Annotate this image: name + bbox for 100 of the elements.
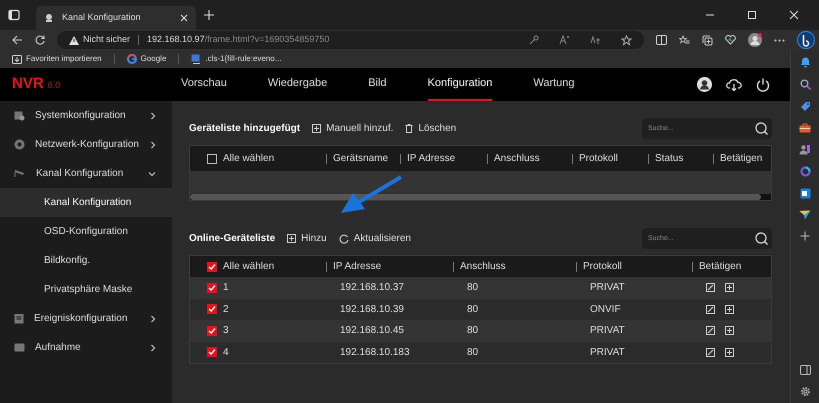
column-header: Anschluss xyxy=(494,152,540,166)
plus-box-icon[interactable] xyxy=(725,348,734,357)
table-cell-text: PRIVAT xyxy=(590,346,626,360)
table-cell-text: ONVIF xyxy=(590,302,622,317)
close-icon[interactable] xyxy=(180,14,188,22)
sidebar-item[interactable]: Ereigniskonfiguration xyxy=(0,304,172,333)
plus-box-icon[interactable] xyxy=(725,304,734,314)
table-cell-text: 192.168.10.183 xyxy=(340,346,411,360)
heart-pulse-icon[interactable] xyxy=(725,35,736,45)
checkbox[interactable] xyxy=(207,154,217,164)
power-icon[interactable] xyxy=(756,78,770,92)
action-button[interactable]: Manuell hinzuf. xyxy=(312,121,394,136)
back-icon[interactable] xyxy=(12,35,23,45)
trash-icon xyxy=(405,124,414,133)
settings-icon[interactable] xyxy=(800,386,810,397)
nvr-logo: NVR xyxy=(12,74,44,94)
column-header: Protokoll xyxy=(579,152,618,166)
edit-icon[interactable] xyxy=(706,326,715,336)
nav-tab[interactable]: Wartung xyxy=(533,68,575,101)
folder-icon xyxy=(14,343,25,352)
cloud-icon[interactable] xyxy=(726,78,742,91)
toolbox-icon[interactable] xyxy=(799,123,811,133)
action-button[interactable]: Aktualisieren xyxy=(338,231,411,246)
plus-box-icon[interactable] xyxy=(725,326,734,336)
url-path: /frame.html?v=1690354859750 xyxy=(204,34,330,44)
search-icon[interactable] xyxy=(800,79,810,90)
ring-icon[interactable] xyxy=(800,166,810,177)
browser-tab[interactable]: Kanal Konfiguration xyxy=(36,6,196,30)
search-icon[interactable] xyxy=(755,232,768,245)
bell-icon[interactable] xyxy=(800,56,810,68)
tag-icon[interactable] xyxy=(800,101,810,112)
edit-icon[interactable] xyxy=(706,348,715,357)
security-label: Nicht sicher xyxy=(83,33,130,46)
sidebar-subitem[interactable]: OSD-Konfiguration xyxy=(0,217,172,246)
collections-icon[interactable] xyxy=(702,34,713,46)
action-button[interactable]: Löschen xyxy=(405,121,456,136)
key-icon[interactable] xyxy=(529,35,539,45)
camera-icon xyxy=(14,169,26,178)
checkbox[interactable] xyxy=(207,262,217,272)
people-icon[interactable] xyxy=(799,144,811,155)
checkbox[interactable] xyxy=(207,282,217,293)
favorites-icon[interactable] xyxy=(679,35,690,45)
table-cell-text: 3 xyxy=(223,324,229,338)
read-aloud-icon[interactable] xyxy=(559,35,570,45)
sidebar-item[interactable]: Kanal Konfiguration xyxy=(0,159,172,188)
edit-icon[interactable] xyxy=(706,283,715,292)
sidebar-subitem[interactable]: Privatsphäre Maske xyxy=(0,275,172,304)
checkbox[interactable] xyxy=(207,326,217,336)
column-header: IP Adresse xyxy=(333,260,382,274)
star-icon[interactable] xyxy=(621,34,632,46)
table-cell-text: PRIVAT xyxy=(590,324,626,338)
table-cell-text: 2 xyxy=(223,302,229,317)
sidebar-subitem[interactable]: Kanal Konfiguration xyxy=(0,188,172,217)
column-header: Gerätsname xyxy=(333,152,388,166)
bookmark[interactable]: Google xyxy=(126,53,166,65)
version-label: 6.0 xyxy=(48,79,60,92)
sidebar-subitem[interactable]: Bildkonfig. xyxy=(0,246,172,275)
sidebar-item[interactable]: Aufnahme xyxy=(0,333,172,362)
new-tab-icon[interactable] xyxy=(204,10,214,20)
nav-tab[interactable]: Vorschau xyxy=(181,68,227,101)
import-icon xyxy=(12,54,22,64)
more-icon[interactable] xyxy=(774,38,785,42)
search-icon[interactable] xyxy=(755,122,768,135)
bookmark[interactable]: Favoriten importieren xyxy=(12,53,102,65)
reload-icon[interactable] xyxy=(35,35,45,45)
checkbox[interactable] xyxy=(207,304,217,314)
select-all-label: Alle wählen xyxy=(223,152,274,166)
system-icon xyxy=(14,110,25,120)
checkbox[interactable] xyxy=(207,347,217,358)
bookmark[interactable]: .cls-1{fill-rule:eveno... xyxy=(191,53,282,65)
plus-box-icon[interactable] xyxy=(725,283,734,292)
sidebar-panel-icon[interactable] xyxy=(800,365,810,375)
plus-box-icon xyxy=(312,124,322,133)
tab-title: Kanal Konfiguration xyxy=(62,11,142,24)
page-icon xyxy=(191,54,202,64)
address-bar[interactable]: Nicht sicher 192.168.10.97/frame.html?v=1690354859750 xyxy=(57,31,644,49)
table-cell-text: 80 xyxy=(467,324,480,338)
profile-avatar[interactable] xyxy=(748,33,762,47)
mail-app-icon[interactable] xyxy=(800,188,810,199)
column-header: Anschluss xyxy=(460,260,506,274)
action-button[interactable]: Hinzu xyxy=(287,231,327,246)
nav-tab[interactable]: Bild xyxy=(368,68,387,101)
copilot-icon[interactable] xyxy=(797,31,815,49)
split-screen-icon[interactable] xyxy=(656,35,667,45)
user-icon[interactable] xyxy=(697,77,712,92)
add-icon[interactable] xyxy=(800,231,810,241)
section-title: Geräteliste hinzugefügt xyxy=(189,122,300,136)
scrollbar[interactable] xyxy=(190,194,761,200)
tab-actions-icon[interactable] xyxy=(8,9,20,21)
maximize-icon[interactable] xyxy=(747,10,757,20)
column-header: Protokoll xyxy=(583,260,622,274)
table-cell-text: 1 xyxy=(223,281,229,296)
sidebar-item[interactable]: Netzwerk-Konfiguration xyxy=(0,130,172,159)
sidebar-item[interactable]: Systemkonfiguration xyxy=(0,101,172,130)
translate-icon[interactable] xyxy=(590,35,601,45)
edit-icon[interactable] xyxy=(706,304,715,314)
table-cell-text: 80 xyxy=(467,302,480,317)
nav-tab[interactable]: Wiedergabe xyxy=(268,68,328,101)
close-icon[interactable] xyxy=(789,10,799,20)
send-icon[interactable] xyxy=(799,210,811,220)
